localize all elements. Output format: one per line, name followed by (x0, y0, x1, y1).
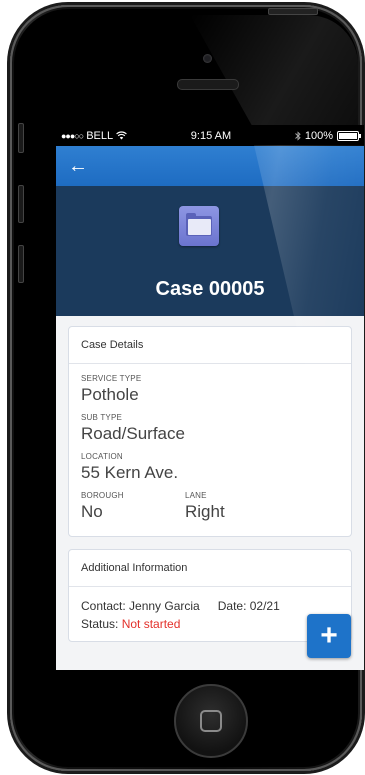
case-details-body: SERVICE TYPE Pothole SUB TYPE Road/Surfa… (69, 364, 351, 536)
clock: 9:15 AM (190, 129, 232, 142)
earpiece-speaker (177, 79, 239, 90)
battery-percent: 100% (304, 129, 333, 142)
location-field: LOCATION 55 Kern Ave. (81, 452, 339, 483)
status-badge: Not started (121, 617, 181, 631)
plus-icon: + (320, 619, 338, 652)
mute-switch (18, 123, 24, 153)
field-value: Pothole (81, 385, 139, 404)
contact-text: Contact: Jenny Garcia (81, 599, 200, 613)
status-line: Status: Not started (81, 617, 339, 631)
signal-icon: ●●●○○ (61, 130, 84, 141)
power-button (268, 8, 318, 15)
field-label: BOROUGH (81, 491, 124, 500)
additional-info-header: Additional Information (69, 550, 351, 587)
phone-frame: ●●●○○ BELL 9:15 AM 100% ← Case 00005 Cas… (10, 5, 364, 771)
status-left: ●●●○○ BELL (61, 130, 127, 142)
date-text: Date: 02/21 (217, 599, 280, 613)
front-camera (203, 54, 212, 63)
bluetooth-icon (295, 130, 301, 141)
field-value: Right (185, 502, 225, 521)
lane-field: LANE Right (185, 491, 289, 522)
carrier-name: BELL (86, 129, 114, 142)
wifi-icon (116, 131, 127, 140)
content-area: Case Details SERVICE TYPE Pothole SUB TY… (56, 316, 364, 664)
field-value: 55 Kern Ave. (81, 463, 179, 482)
status-bar: ●●●○○ BELL 9:15 AM 100% (56, 125, 364, 146)
page-title: Case 00005 (155, 278, 265, 300)
case-header: Case 00005 (56, 186, 364, 316)
borough-field: BOROUGH No (81, 491, 185, 522)
home-button[interactable] (174, 684, 248, 758)
status-label: Status: (81, 617, 119, 631)
status-right: 100% (295, 129, 361, 142)
case-details-card: Case Details SERVICE TYPE Pothole SUB TY… (68, 326, 352, 537)
battery-icon (336, 130, 361, 141)
field-label: SUB TYPE (81, 413, 123, 422)
sub-type-field: SUB TYPE Road/Surface (81, 413, 339, 444)
service-type-field: SERVICE TYPE Pothole (81, 374, 339, 405)
field-label: LOCATION (81, 452, 123, 461)
folder-icon (179, 206, 219, 246)
case-details-header: Case Details (69, 327, 351, 364)
contact-date-line: Contact: Jenny Garcia Date: 02/21 (81, 599, 339, 613)
borough-lane-row: BOROUGH No LANE Right (81, 491, 339, 530)
nav-bar: ← (56, 146, 364, 186)
field-label: SERVICE TYPE (81, 374, 142, 383)
home-square-icon (200, 710, 222, 732)
volume-down-button (18, 245, 24, 283)
field-value: Road/Surface (81, 424, 185, 443)
add-button[interactable]: + (307, 614, 351, 658)
status-text: Status: Not started (81, 617, 180, 631)
phone-screen: ●●●○○ BELL 9:15 AM 100% ← Case 00005 Cas… (56, 125, 364, 670)
field-label: LANE (185, 491, 207, 500)
back-arrow-icon[interactable]: ← (68, 156, 88, 176)
volume-up-button (18, 185, 24, 223)
field-value: No (81, 502, 103, 521)
